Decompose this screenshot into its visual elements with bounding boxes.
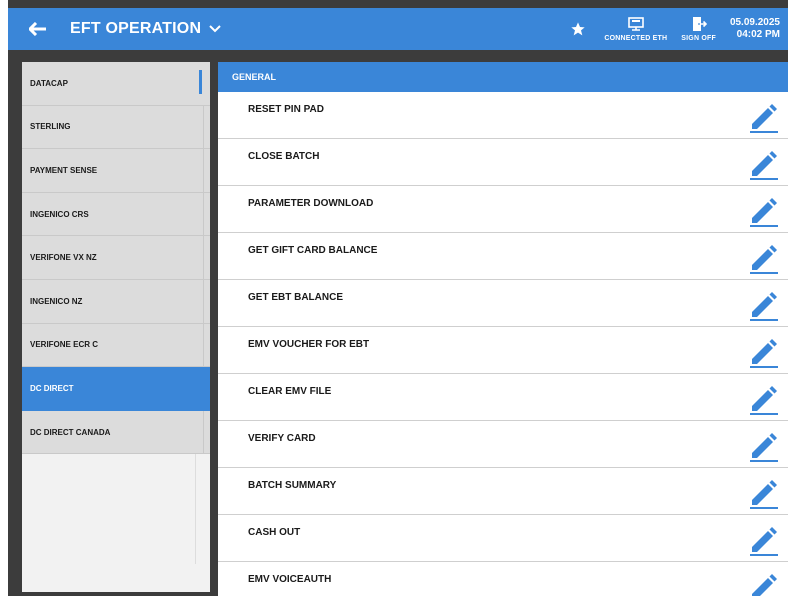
divider (203, 410, 204, 454)
pencil-icon[interactable] (746, 100, 780, 134)
divider (195, 454, 196, 564)
sign-off-label: SIGN OFF (681, 35, 716, 42)
operation-label: BATCH SUMMARY (248, 480, 337, 491)
sidebar-item-datacap[interactable]: DATACAP (22, 62, 210, 106)
operation-row[interactable]: VERIFY CARD (218, 421, 788, 468)
pencil-icon[interactable] (746, 147, 780, 181)
pencil-icon[interactable] (746, 288, 780, 322)
operation-row[interactable]: GET EBT BALANCE (218, 280, 788, 327)
operation-row[interactable]: GET GIFT CARD BALANCE (218, 233, 788, 280)
sidebar-item-dc-direct-canada[interactable]: DC DIRECT CANADA (22, 410, 210, 455)
sidebar-item-ingenico-crs[interactable]: INGENICO CRS (22, 192, 210, 237)
divider (203, 105, 204, 149)
chevron-down-icon (209, 25, 221, 33)
divider (203, 236, 204, 279)
sidebar-item-verifone-vx-nz[interactable]: VERIFONE VX NZ (22, 236, 210, 280)
vendor-list: DATACAP STERLING PAYMENT SENSE INGENICO … (22, 62, 210, 455)
section-header: GENERAL (218, 62, 788, 92)
operation-label: PARAMETER DOWNLOAD (248, 198, 374, 209)
operation-row[interactable]: CLEAR EMV FILE (218, 374, 788, 421)
sidebar-item-sterling[interactable]: STERLING (22, 105, 210, 150)
vendor-sidebar: DATACAP STERLING PAYMENT SENSE INGENICO … (22, 62, 210, 592)
back-button[interactable] (20, 8, 56, 50)
operation-row[interactable]: PARAMETER DOWNLOAD (218, 186, 788, 233)
pencil-icon[interactable] (746, 194, 780, 228)
operation-label: GET GIFT CARD BALANCE (248, 245, 378, 256)
operation-label: CLEAR EMV FILE (248, 386, 332, 397)
operation-row[interactable]: BATCH SUMMARY (218, 468, 788, 515)
sidebar-item-label: INGENICO NZ (30, 296, 83, 306)
sidebar-item-label: DATACAP (30, 78, 68, 88)
top-bar: EFT OPERATION CONNECTED ETH SIGN OFF 05.… (8, 8, 788, 50)
pencil-icon[interactable] (746, 429, 780, 463)
operation-label: RESET PIN PAD (248, 104, 324, 115)
pencil-icon[interactable] (746, 570, 780, 596)
divider (203, 279, 204, 323)
exit-door-icon (692, 17, 707, 31)
sidebar-item-label: PAYMENT SENSE (30, 165, 98, 175)
operation-label: GET EBT BALANCE (248, 292, 343, 303)
scroll-indicator (199, 70, 202, 94)
operation-label: VERIFY CARD (248, 433, 316, 444)
pencil-icon[interactable] (746, 476, 780, 510)
divider (203, 149, 204, 192)
favorite-button[interactable] (566, 17, 590, 41)
sidebar-item-ingenico-nz[interactable]: INGENICO NZ (22, 279, 210, 324)
operation-row[interactable]: EMV VOUCHER FOR EBT (218, 327, 788, 374)
sidebar-item-label: DC DIRECT (30, 383, 74, 393)
sidebar-item-payment-sense[interactable]: PAYMENT SENSE (22, 149, 210, 193)
operation-row[interactable]: RESET PIN PAD (218, 92, 788, 139)
back-arrow-icon (29, 22, 46, 36)
sidebar-item-label: VERIFONE ECR C (30, 340, 99, 350)
pencil-icon[interactable] (746, 382, 780, 416)
page-title[interactable]: EFT OPERATION (70, 20, 201, 38)
star-icon (571, 22, 586, 36)
operation-row[interactable]: CASH OUT (218, 515, 788, 562)
pencil-icon[interactable] (746, 523, 780, 557)
operation-row[interactable]: EMV VOICEAUTH (218, 562, 788, 596)
divider (203, 323, 204, 367)
operation-label: EMV VOICEAUTH (248, 574, 332, 585)
operation-label: CLOSE BATCH (248, 151, 320, 162)
sidebar-item-label: VERIFONE VX NZ (30, 253, 97, 263)
sidebar-item-label: STERLING (30, 122, 71, 132)
sidebar-item-label: DC DIRECT CANADA (30, 427, 111, 437)
divider (203, 192, 204, 236)
operations-panel: GENERAL RESET PIN PAD CLOSE BATCH PARAME… (218, 62, 788, 596)
operation-label: CASH OUT (248, 527, 301, 538)
current-date: 05.09.2025 (729, 17, 780, 28)
connection-label: CONNECTED ETH (604, 34, 668, 42)
pencil-icon[interactable] (746, 241, 780, 275)
network-icon (628, 16, 644, 31)
sidebar-item-verifone-ecr-c[interactable]: VERIFONE ECR C (22, 323, 210, 368)
connection-status-button[interactable]: CONNECTED ETH (604, 8, 667, 50)
pencil-icon[interactable] (746, 335, 780, 369)
current-time: 04:02 PM (736, 29, 780, 40)
operation-row[interactable]: CLOSE BATCH (218, 139, 788, 186)
app-frame: EFT OPERATION CONNECTED ETH SIGN OFF 05.… (8, 0, 788, 596)
date-time: 05.09.2025 04:02 PM (730, 17, 780, 41)
sidebar-item-dc-direct[interactable]: DC DIRECT (22, 367, 210, 411)
operation-label: EMV VOUCHER FOR EBT (248, 339, 370, 350)
title-dropdown[interactable] (209, 25, 221, 33)
sidebar-item-label: INGENICO CRS (30, 209, 89, 219)
sign-off-button[interactable]: SIGN OFF (681, 8, 716, 50)
